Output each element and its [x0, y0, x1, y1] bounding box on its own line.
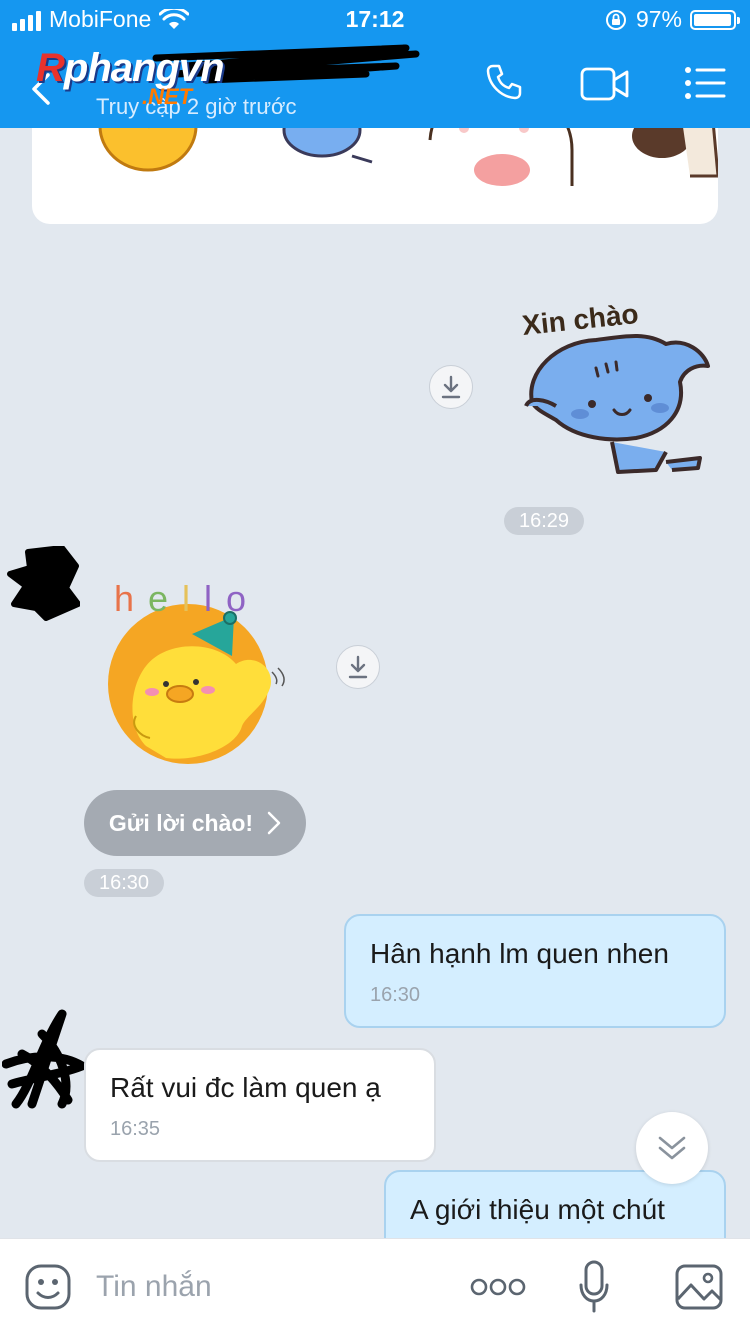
download-icon	[348, 655, 368, 679]
emoji-icon[interactable]	[24, 1263, 72, 1311]
timestamp-pill: 16:29	[504, 507, 584, 535]
status-right: 97%	[604, 6, 740, 33]
menu-icon[interactable]	[684, 66, 726, 100]
video-call-icon[interactable]	[580, 66, 630, 102]
send-greeting-label: Gửi lời chào!	[108, 809, 254, 836]
message-text: Hân hạnh lm quen nhen	[370, 938, 669, 969]
image-icon[interactable]	[674, 1263, 724, 1311]
message-input-bar	[0, 1238, 750, 1335]
message-input[interactable]	[96, 1239, 436, 1335]
message-text: Rất vui đc làm quen ạ	[110, 1072, 381, 1103]
avatar-redacted	[2, 1009, 86, 1109]
message-time: 16:30	[370, 984, 421, 1006]
microphone-icon[interactable]	[578, 1259, 610, 1315]
battery-icon	[690, 9, 740, 30]
rotation-lock-icon	[605, 9, 626, 30]
chat-header: MobiFone 17:12 97% Truy cập 2 giờ trước	[0, 0, 750, 128]
message-text: A giới thiệu một chút	[410, 1194, 665, 1225]
scroll-to-bottom-button[interactable]	[636, 1112, 708, 1184]
chevron-right-icon	[267, 811, 281, 835]
double-chevron-down-icon	[658, 1136, 686, 1160]
logo-suffix: .NET	[142, 84, 193, 109]
sticker-caption: hello	[114, 578, 260, 620]
timestamp-pill: 16:30	[84, 869, 164, 897]
more-icon[interactable]	[470, 1275, 526, 1299]
phone-icon[interactable]	[484, 62, 524, 102]
sticker-hello[interactable]: hello	[106, 576, 290, 768]
sticker-xin-chao[interactable]: Xin chào	[516, 292, 712, 484]
download-button[interactable]	[429, 365, 473, 409]
battery-fill	[694, 13, 731, 26]
download-icon	[441, 375, 461, 399]
sticker-hello-text: hello	[114, 578, 261, 619]
logo-text: Rphangvn	[36, 46, 225, 90]
watermark-logo: Rphangvn .NET	[36, 44, 426, 120]
download-button[interactable]	[336, 645, 380, 689]
message-time: 16:35	[110, 1118, 161, 1140]
status-bar: MobiFone 17:12 97%	[0, 0, 750, 40]
message-bubble-outgoing[interactable]: Hân hạnh lm quen nhen 16:30	[344, 914, 726, 1028]
avatar-redacted	[7, 546, 80, 621]
send-greeting-button[interactable]: Gửi lời chào!	[84, 790, 306, 856]
battery-percent: 97%	[635, 6, 682, 32]
message-bubble-incoming[interactable]: Rất vui đc làm quen ạ 16:35	[84, 1048, 436, 1162]
